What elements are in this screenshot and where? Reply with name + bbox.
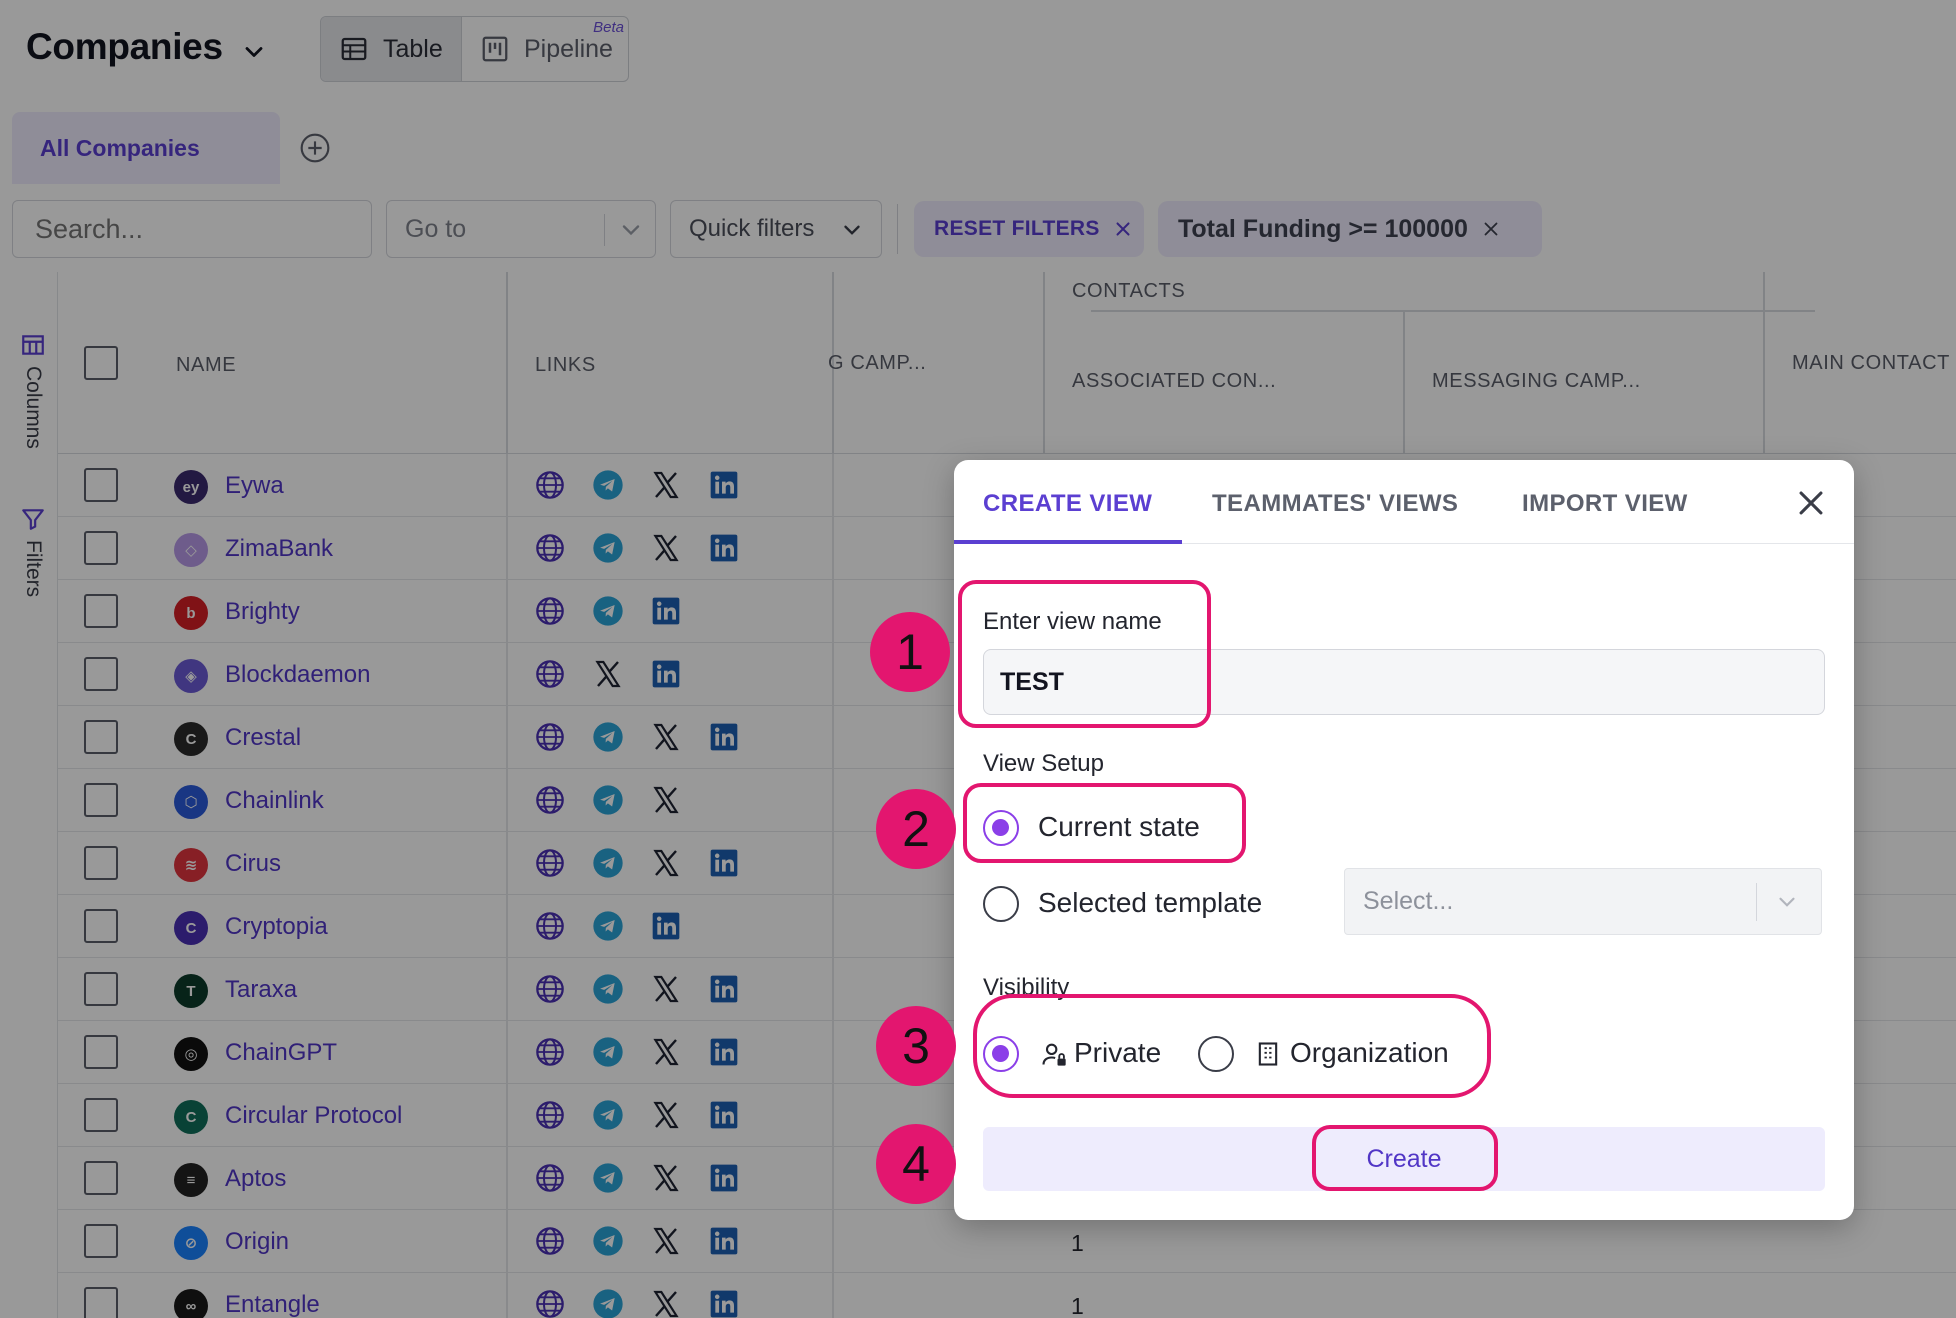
step-badge: 3 (876, 1006, 956, 1086)
select-divider (1756, 883, 1757, 921)
tab-teammates-views[interactable]: TEAMMATES' VIEWS (1212, 490, 1458, 518)
tab-import-view[interactable]: IMPORT VIEW (1522, 490, 1688, 518)
chevron-down-icon (1779, 897, 1795, 907)
active-tab-indicator (954, 540, 1182, 544)
step-badge: 2 (876, 789, 956, 869)
step-badge: 4 (876, 1124, 956, 1204)
highlight-box (958, 580, 1211, 728)
selected-template-radio[interactable] (983, 886, 1019, 922)
template-placeholder: Select... (1363, 887, 1454, 915)
highlight-box (963, 783, 1246, 863)
tab-create-view[interactable]: CREATE VIEW (983, 490, 1152, 518)
selected-template-label[interactable]: Selected template (1038, 887, 1262, 919)
close-icon[interactable] (1794, 486, 1828, 520)
view-setup-label: View Setup (983, 750, 1104, 777)
highlight-box (973, 994, 1491, 1098)
step-badge: 1 (870, 612, 950, 692)
template-select[interactable]: Select... (1344, 868, 1822, 935)
highlight-box (1312, 1125, 1498, 1191)
